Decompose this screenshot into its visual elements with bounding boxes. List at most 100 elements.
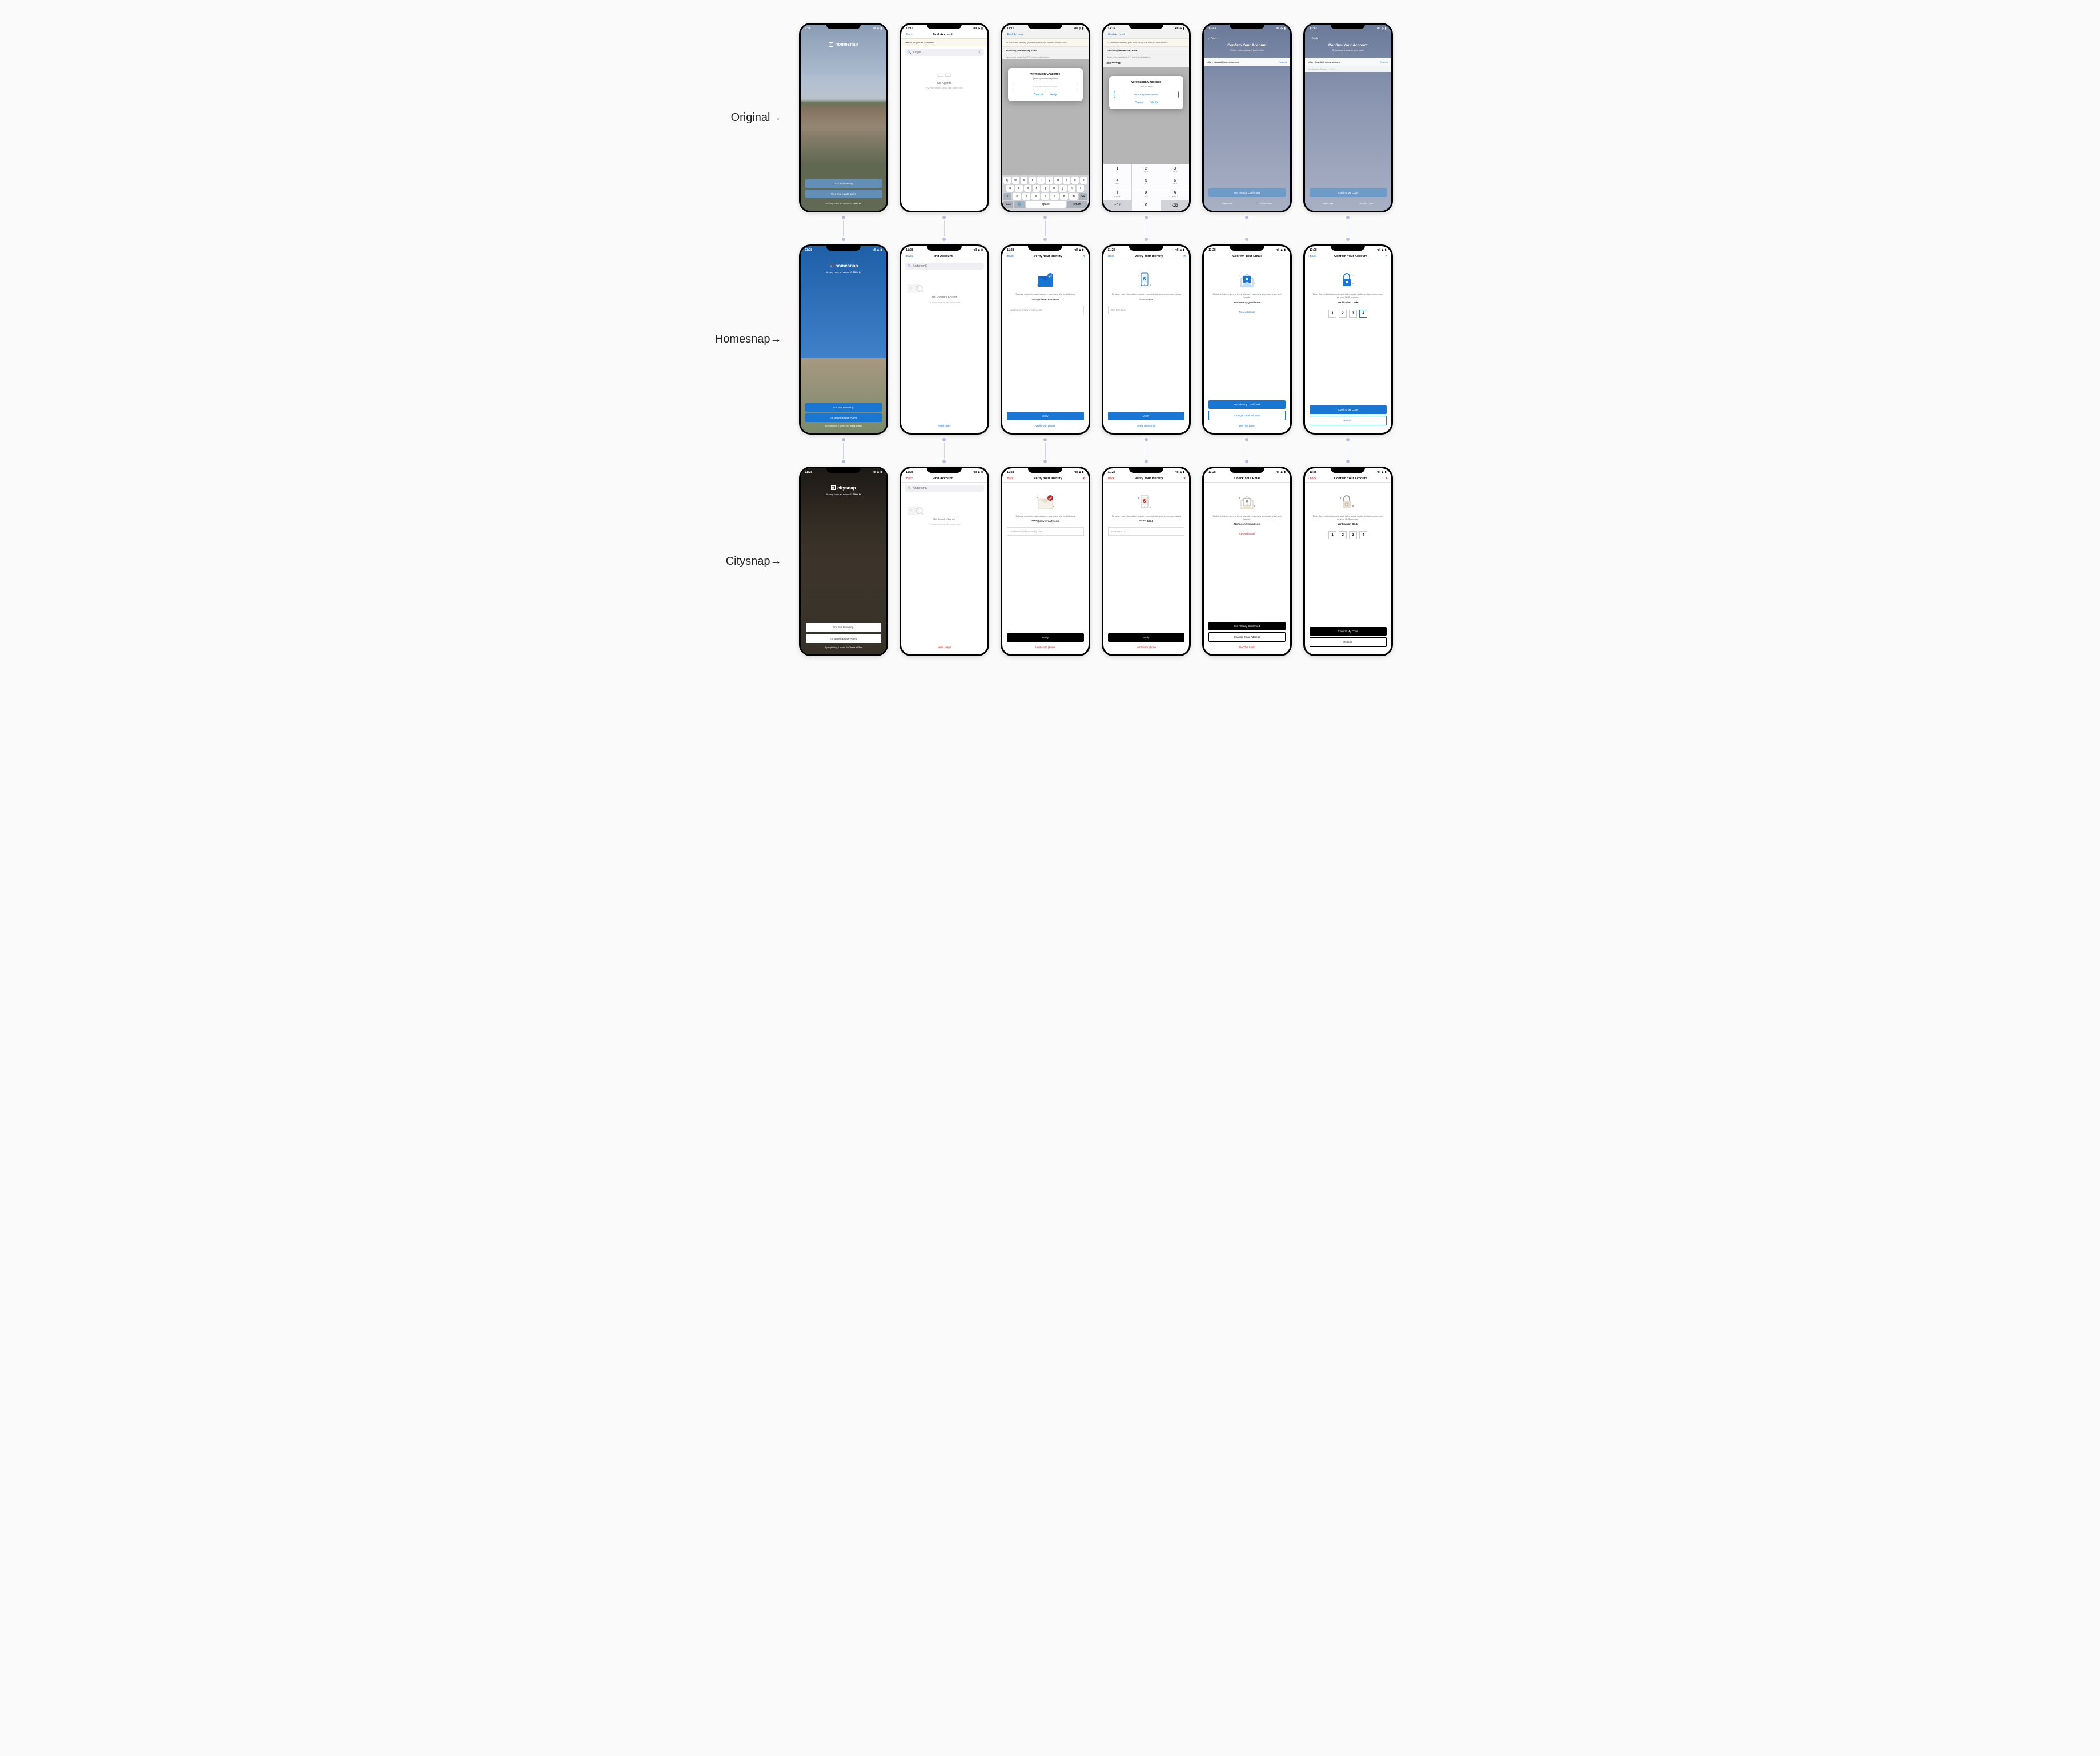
- resend-link[interactable]: Resend: [1380, 61, 1388, 63]
- terms-text[interactable]: By registering, I accept the Terms of Us…: [805, 425, 882, 427]
- terms-text[interactable]: By registering, I accept the Terms of Us…: [805, 646, 882, 649]
- numkey-7[interactable]: 7PQRS: [1103, 188, 1132, 200]
- back-button[interactable]: ‹Back: [1006, 477, 1014, 480]
- globe-key[interactable]: 🌐: [1014, 201, 1025, 208]
- pin-input[interactable]: 1 2 3 4: [1310, 310, 1387, 318]
- numkey-9[interactable]: 9WXYZ: [1161, 188, 1189, 200]
- back-button[interactable]: ‹Back: [905, 33, 913, 37]
- confirmed-button[interactable]: I've Already Confirmed: [1208, 622, 1286, 630]
- browsing-button[interactable]: I'm just browsing: [805, 179, 882, 188]
- back-button[interactable]: ‹Back: [1308, 477, 1316, 480]
- key[interactable]: l: [1077, 185, 1084, 192]
- back-button[interactable]: ‹Back: [1208, 37, 1286, 41]
- email-input[interactable]: Enter the email address: [1013, 83, 1078, 90]
- key[interactable]: s: [1015, 185, 1022, 192]
- key[interactable]: v: [1041, 193, 1050, 200]
- cancel-button[interactable]: Cancel: [1034, 93, 1043, 97]
- key[interactable]: h: [1050, 185, 1058, 192]
- search-input[interactable]: 🔍AndersonS: [905, 263, 984, 270]
- key[interactable]: x: [1022, 193, 1031, 200]
- email-input[interactable]: randerson@cleverrealty.com: [1007, 527, 1084, 536]
- close-button[interactable]: ✕: [1183, 255, 1186, 258]
- code-input-bar[interactable]: Verification Code ex: 1234: [1305, 66, 1391, 72]
- change-email-button[interactable]: Change Email Address: [1208, 632, 1286, 642]
- change-email-button[interactable]: Change Email Address: [1208, 411, 1286, 420]
- close-button[interactable]: ✕: [1385, 477, 1387, 480]
- numkey-8[interactable]: 8TUV: [1132, 188, 1161, 200]
- number-pad[interactable]: 1 2ABC 3DEF 4GHI 5JKL 6MNO 7PQRS 8TUV 9W…: [1103, 164, 1190, 211]
- numkey-3[interactable]: 3DEF: [1161, 164, 1189, 176]
- later-link[interactable]: Do This Later: [1208, 646, 1286, 649]
- confirm-code-button[interactable]: Confirm My Code: [1310, 627, 1387, 636]
- search-input[interactable]: 🔍Xinyusⓧ: [905, 49, 984, 56]
- need-help-link[interactable]: Need help?: [901, 424, 987, 433]
- confirm-code-button[interactable]: Confirm My Code: [1310, 188, 1387, 197]
- key[interactable]: o: [1071, 177, 1079, 184]
- confirmed-button[interactable]: I've Already Confirmed: [1208, 188, 1286, 197]
- back-button[interactable]: ‹Find Account: [1107, 33, 1125, 37]
- verify-phone-link[interactable]: Verify with phone: [1108, 646, 1185, 649]
- verify-button[interactable]: Verify: [1108, 412, 1185, 420]
- space-key[interactable]: space: [1026, 201, 1066, 208]
- key[interactable]: c: [1031, 193, 1040, 200]
- verify-button[interactable]: Verify: [1108, 633, 1185, 642]
- verify-button[interactable]: Verify: [1007, 412, 1084, 420]
- key[interactable]: i: [1063, 177, 1070, 184]
- confirm-code-button[interactable]: Confirm My Code: [1310, 405, 1387, 414]
- numkey-6[interactable]: 6MNO: [1161, 176, 1189, 188]
- verify-email-link[interactable]: Verify with email: [1108, 424, 1185, 427]
- numkey-0[interactable]: 0: [1132, 200, 1161, 211]
- pin-digit[interactable]: 2: [1339, 310, 1347, 318]
- pin-digit[interactable]: 4: [1359, 310, 1367, 318]
- shift-key[interactable]: ⇧: [1003, 193, 1012, 200]
- keyboard[interactable]: qwertyuiop asdfghjkl ⇧zxcvbnm⌫ 123🌐space…: [1002, 175, 1089, 211]
- key[interactable]: d: [1024, 185, 1031, 192]
- pin-digit[interactable]: 1: [1328, 310, 1336, 318]
- close-button[interactable]: ✕: [1082, 255, 1085, 258]
- pin-digit[interactable]: 1: [1328, 531, 1336, 539]
- key[interactable]: e: [1021, 177, 1028, 184]
- numkey-sym[interactable]: + * #: [1103, 200, 1132, 211]
- agent-button[interactable]: I'm a Real Estate Agent: [805, 634, 882, 644]
- backspace-key[interactable]: ⌫: [1079, 193, 1087, 200]
- verify-button[interactable]: Verify: [1150, 101, 1158, 105]
- browsing-button[interactable]: I'm Just Browsing: [805, 403, 882, 412]
- return-key[interactable]: return: [1067, 201, 1087, 208]
- search-input[interactable]: 🔍AndersonS: [905, 485, 984, 492]
- start-over-link[interactable]: Start Over: [1323, 202, 1333, 205]
- phone-input[interactable]: 202-000-1234: [1108, 306, 1185, 314]
- verify-phone-link[interactable]: Verify with phone: [1007, 646, 1084, 649]
- key[interactable]: g: [1041, 185, 1049, 192]
- browsing-button[interactable]: I'm Just Browsing: [805, 622, 882, 632]
- back-button[interactable]: ‹Back: [905, 255, 913, 258]
- resend-link[interactable]: Resend: [1279, 61, 1287, 63]
- back-button[interactable]: ‹Back: [1107, 477, 1115, 480]
- key[interactable]: k: [1068, 185, 1075, 192]
- pin-input[interactable]: 1 2 3 4: [1310, 531, 1387, 539]
- key[interactable]: m: [1069, 193, 1078, 200]
- key[interactable]: r: [1029, 177, 1036, 184]
- key[interactable]: t: [1037, 177, 1045, 184]
- later-link[interactable]: Do This Later: [1359, 202, 1373, 205]
- resend-button[interactable]: Resend: [1310, 637, 1387, 647]
- verify-button[interactable]: Verify: [1050, 93, 1057, 97]
- back-button[interactable]: ‹Back: [1310, 37, 1387, 41]
- key[interactable]: z: [1013, 193, 1021, 200]
- later-link[interactable]: Do This Later: [1259, 202, 1272, 205]
- numkey-delete[interactable]: ⌫: [1161, 200, 1189, 211]
- key[interactable]: u: [1054, 177, 1062, 184]
- phone-input[interactable]: 202-000-1234: [1108, 527, 1185, 536]
- key[interactable]: q: [1003, 177, 1011, 184]
- numkey-4[interactable]: 4GHI: [1103, 176, 1132, 188]
- back-button[interactable]: ‹Back: [1107, 255, 1115, 258]
- key[interactable]: j: [1059, 185, 1066, 192]
- close-button[interactable]: ✕: [1082, 477, 1085, 480]
- close-button[interactable]: ✕: [1385, 255, 1387, 258]
- verify-button[interactable]: Verify: [1007, 633, 1084, 642]
- back-button[interactable]: ‹Back: [1006, 255, 1014, 258]
- start-over-link[interactable]: Start Over: [1222, 202, 1232, 205]
- resend-button[interactable]: Resend: [1310, 416, 1387, 425]
- back-button[interactable]: ‹Back: [905, 477, 913, 480]
- pin-digit[interactable]: 3: [1349, 310, 1357, 318]
- pin-digit[interactable]: 2: [1339, 531, 1347, 539]
